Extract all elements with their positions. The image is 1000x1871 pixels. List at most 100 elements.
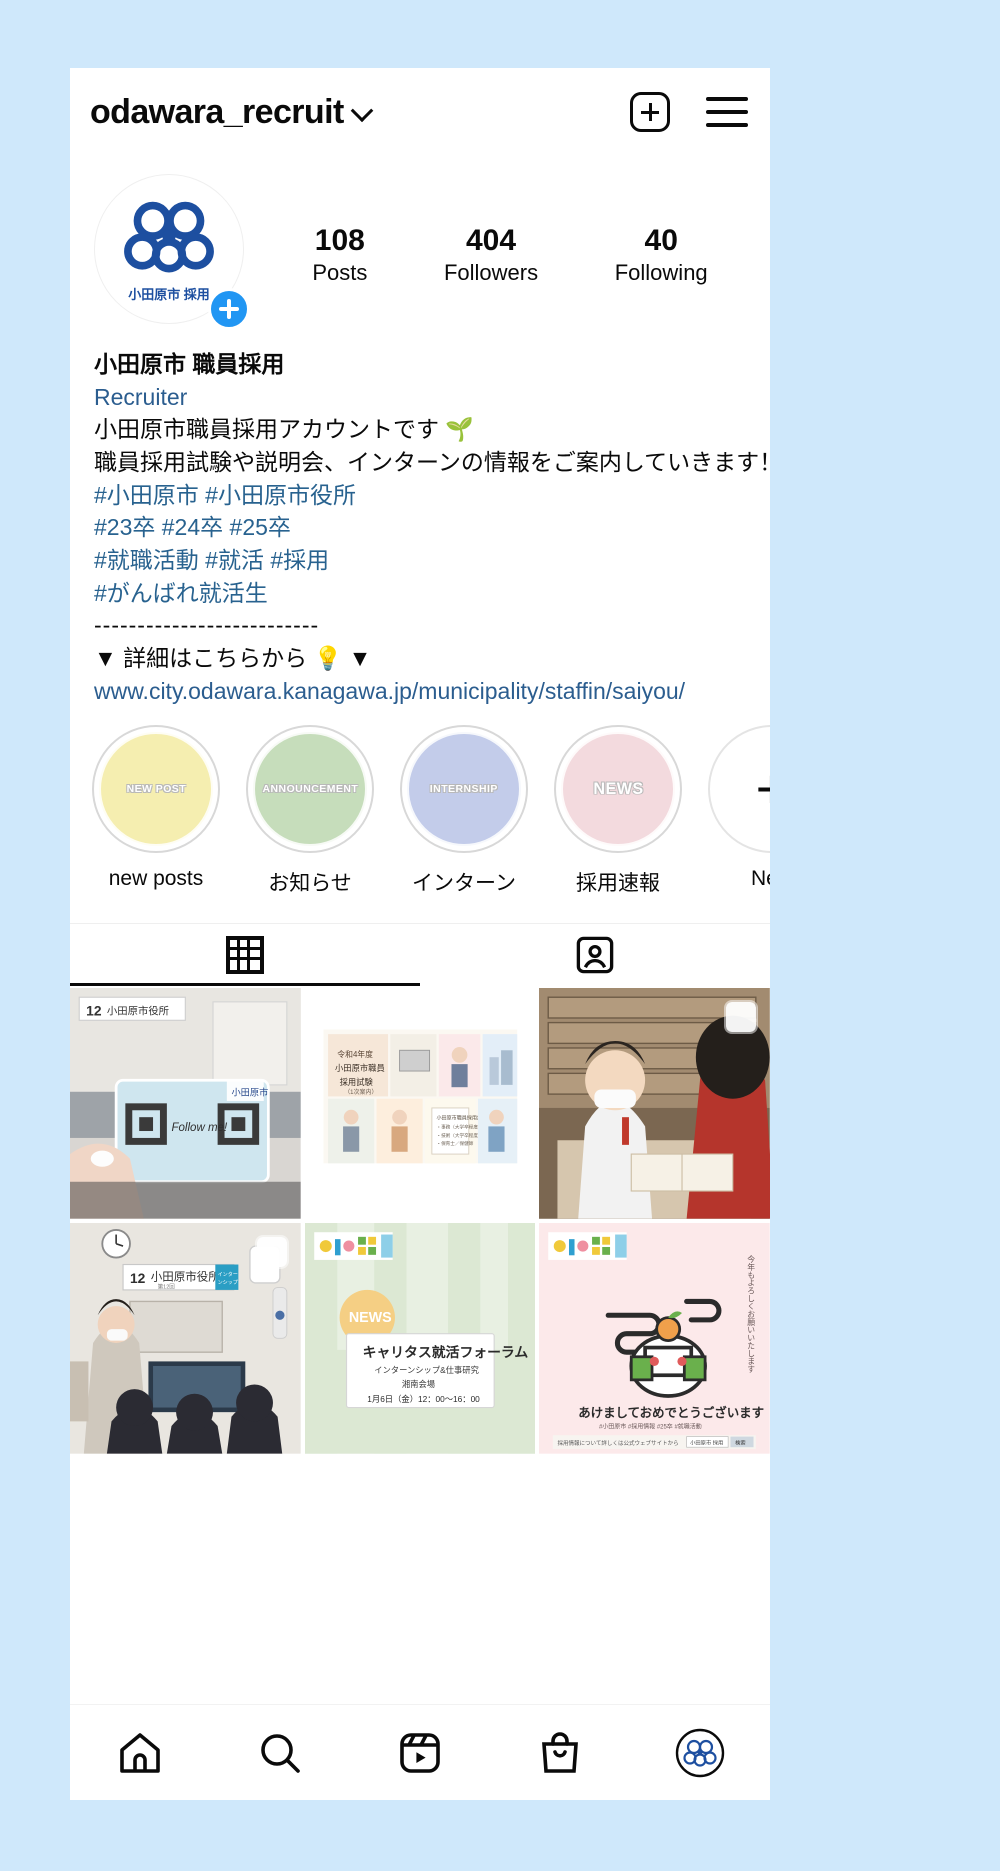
svg-text:#小田原市 #採用情報 #25卒 #就職活動: #小田原市 #採用情報 #25卒 #就職活動 [599, 1422, 702, 1430]
svg-text:小田原市 採用: 小田原市 採用 [690, 1438, 723, 1446]
nav-profile[interactable] [665, 1723, 735, 1783]
search-icon [261, 1733, 300, 1773]
bio-hashtags-4[interactable]: #がんばれ就活生 [94, 577, 746, 610]
post-career-forum[interactable]: NEWS キャリタス就活フォーラム インターンシップ&仕事研究 湘南会場 1月6… [304, 1222, 536, 1454]
highlight-cover-text: INTERNSHIP [429, 783, 499, 795]
profile-summary: 小田原市 採用 108 Posts 404 Followers 40 Follo… [70, 156, 770, 342]
highlight-label: お知らせ [268, 872, 352, 896]
nav-shop[interactable] [525, 1723, 595, 1783]
tab-grid[interactable] [70, 924, 420, 986]
post-exam-flyer[interactable]: 令和4年度 小田原市職員 採用試験 （1次案内） 小田原市職員採用試験 ・事務（… [304, 988, 536, 1219]
bottom-navigation [70, 1704, 770, 1800]
following-label: Following [614, 260, 708, 286]
highlight-cover: ANNOUNCEMENT [253, 732, 367, 847]
stat-posts[interactable]: 108 Posts [312, 224, 367, 287]
highlight-cover: NEWS [561, 732, 675, 847]
grid-icon [226, 936, 264, 975]
stat-following[interactable]: 40 Following [615, 224, 708, 287]
svg-text:第12回: 第12回 [158, 1283, 176, 1291]
bio-line-2: 職員採用試験や説明会、インターンの情報をご案内していきます！ [94, 448, 770, 475]
svg-text:あけましておめでとうございます: あけましておめでとうございます [579, 1405, 765, 1420]
highlight-cover: NEW POST [99, 732, 213, 847]
bio-hashtags-3[interactable]: #就職活動 #就活 #採用 [94, 544, 746, 577]
highlight-announcements[interactable]: ANNOUNCEMENT お知らせ [246, 725, 374, 897]
highlight-label: New [750, 867, 770, 891]
story-highlights: NEW POST new posts ANNOUNCEMENT お知らせ INT… [70, 707, 770, 897]
highlight-ring: NEW POST [92, 725, 220, 854]
bio-hashtags-1[interactable]: #小田原市 #小田原市役所 [94, 479, 746, 512]
post-new-year[interactable]: 今年もよろしくお願いいたします あけましておめでとうございます #小田原市 #採… [539, 1222, 770, 1454]
bio-divider: -------------------------- [94, 612, 320, 639]
bio-hashtags-2[interactable]: #23卒 #24卒 #25卒 [94, 511, 746, 544]
highlight-label: 採用速報 [576, 872, 660, 896]
home-icon [120, 1732, 160, 1773]
display-name: 小田原市 職員採用 [94, 351, 285, 377]
svg-text:ンシップ: ンシップ [218, 1280, 238, 1286]
highlight-cover: + [715, 732, 770, 847]
svg-text:インターンシップ&仕事研究: インターンシップ&仕事研究 [374, 1365, 479, 1375]
profile-tabs [70, 923, 770, 987]
post-image: 12 小田原市役所 Follow me! 小田原市 [70, 988, 301, 1219]
posts-label: Posts [312, 260, 368, 286]
add-story-plus-icon[interactable] [208, 288, 250, 330]
svg-text:・事務（大学卒程度）: ・事務（大学卒程度） [436, 1124, 482, 1131]
svg-text:・技術（大学卒程度）: ・技術（大学卒程度） [436, 1132, 482, 1139]
highlight-news[interactable]: NEWS 採用速報 [554, 725, 682, 897]
highlight-cover-text: NEW POST [126, 783, 186, 795]
highlight-ring: + [708, 725, 770, 854]
tab-tagged[interactable] [420, 924, 770, 986]
post-desk-interview[interactable] [539, 988, 770, 1219]
nav-reels[interactable] [385, 1723, 455, 1783]
followers-count: 404 [466, 223, 517, 257]
highlight-add-new[interactable]: + New [708, 725, 770, 897]
profile-avatar-icon [675, 1728, 725, 1777]
svg-text:採用試験: 採用試験 [339, 1077, 373, 1087]
highlight-ring: NEWS [554, 725, 682, 854]
plus-icon: + [756, 761, 770, 817]
avatar[interactable]: 小田原市 採用 [94, 174, 256, 336]
stat-followers[interactable]: 404 Followers [444, 224, 538, 287]
highlight-new-posts[interactable]: NEW POST new posts [92, 725, 220, 897]
post-image: 今年もよろしくお願いいたします あけましておめでとうございます #小田原市 #採… [539, 1222, 770, 1454]
posts-count: 108 [314, 223, 365, 257]
svg-text:今年もよろしくお願いいたします: 今年もよろしくお願いいたします [747, 1254, 756, 1373]
svg-text:キャリタス就活フォーラム: キャリタス就活フォーラム [362, 1344, 528, 1360]
highlight-internship[interactable]: INTERNSHIP インターン [400, 725, 528, 897]
highlight-cover-text: NEWS [592, 779, 644, 798]
highlight-ring: INTERNSHIP [400, 725, 528, 854]
nav-search[interactable] [245, 1723, 315, 1783]
svg-text:小田原市役所: 小田原市役所 [151, 1270, 221, 1284]
svg-text:小田原市: 小田原市 [231, 1086, 268, 1097]
plus-square-icon[interactable] [630, 92, 670, 132]
odawara-logo-icon [124, 201, 214, 272]
tab-active-indicator [70, 983, 420, 987]
hamburger-menu-icon[interactable] [706, 97, 748, 127]
highlight-cover-text: ANNOUNCEMENT [262, 783, 358, 795]
svg-text:検索: 検索 [735, 1438, 746, 1446]
following-count: 40 [644, 223, 678, 257]
account-category: Recruiter [94, 383, 188, 410]
bio-website-link[interactable]: www.city.odawara.kanagawa.jp/municipalit… [94, 675, 746, 708]
avatar-caption: 小田原市 採用 [128, 286, 210, 302]
svg-text:小田原市職員: 小田原市職員 [335, 1063, 385, 1073]
svg-text:12: 12 [86, 1003, 102, 1019]
post-presentation[interactable]: 12 小田原市役所 第12回 インター ンシップ [70, 1222, 301, 1454]
profile-stats: 108 Posts 404 Followers 40 Following [256, 224, 746, 287]
username-label: odawara_recruit [90, 92, 344, 131]
username-dropdown[interactable]: odawara_recruit [90, 93, 630, 132]
nav-home[interactable] [105, 1723, 175, 1783]
chevron-down-icon[interactable] [350, 98, 373, 122]
svg-text:採用情報について詳しくは公式ウェブサイトから: 採用情報について詳しくは公式ウェブサイトから [558, 1439, 679, 1447]
svg-text:インター: インター [218, 1271, 238, 1278]
svg-text:12: 12 [130, 1270, 146, 1286]
highlight-label: new posts [108, 867, 204, 891]
bio-line-1: 小田原市職員採用アカウントです 🌱 [94, 416, 475, 443]
instagram-profile-screen: odawara_recruit 小田原市 採用 108 Posts 404 Fo… [70, 68, 770, 1800]
followers-label: Followers [443, 260, 539, 286]
svg-text:NEWS: NEWS [348, 1310, 391, 1326]
svg-text:1月6日（金）12：00〜16：00: 1月6日（金）12：00〜16：00 [367, 1394, 480, 1404]
highlight-label: インターン [412, 872, 516, 896]
multi-post-badge [256, 1236, 287, 1267]
svg-text:令和4年度: 令和4年度 [337, 1049, 373, 1059]
post-qr-followme[interactable]: 12 小田原市役所 Follow me! 小田原市 [70, 988, 301, 1219]
